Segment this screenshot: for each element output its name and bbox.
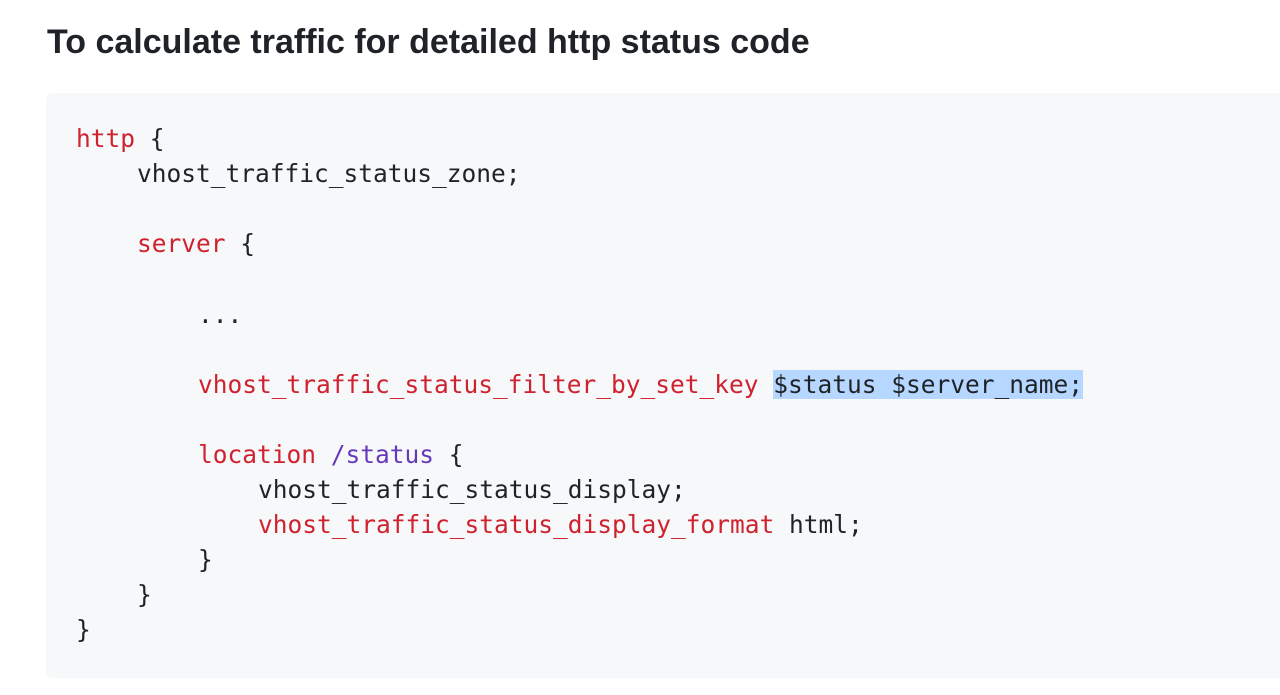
directive-filter: vhost_traffic_status_filter_by_set_key xyxy=(198,370,759,399)
code-line-zone: vhost_traffic_status_zone; xyxy=(137,157,521,191)
section-heading: To calculate traffic for detailed http s… xyxy=(47,23,810,61)
code-line-close-server: } xyxy=(137,578,152,612)
code-line-filter: vhost_traffic_status_filter_by_set_key $… xyxy=(198,368,1084,402)
location-path: /status xyxy=(330,440,435,469)
code-line-close-http: } xyxy=(76,613,91,647)
directive-format: vhost_traffic_status_display_format xyxy=(258,510,775,539)
code-line-http: http { xyxy=(76,122,165,156)
brace-close: } xyxy=(76,615,91,644)
brace-open: { xyxy=(434,440,464,469)
directive-display: vhost_traffic_status_display; xyxy=(258,475,686,504)
brace-open: { xyxy=(225,229,256,258)
code-line-location: location /status { xyxy=(198,438,464,472)
brace-close: } xyxy=(198,545,213,574)
code-line-server: server { xyxy=(137,227,255,261)
directive-zone: vhost_traffic_status_zone; xyxy=(137,159,521,188)
code-line-format: vhost_traffic_status_display_format html… xyxy=(258,508,863,542)
brace-close: } xyxy=(137,580,152,609)
code-block[interactable]: http { vhost_traffic_status_zone; server… xyxy=(46,93,1280,678)
code-line-close-location: } xyxy=(198,543,213,577)
brace-open: { xyxy=(135,124,165,153)
keyword-http: http xyxy=(76,124,136,153)
format-value: html; xyxy=(774,510,863,539)
keyword-location: location xyxy=(198,440,317,469)
code-line-display: vhost_traffic_status_display; xyxy=(258,473,686,507)
keyword-server: server xyxy=(137,229,226,258)
code-line-ellipsis: ... xyxy=(198,298,242,332)
ellipsis: ... xyxy=(198,300,243,329)
selected-text[interactable]: $status $server_name; xyxy=(773,370,1084,399)
